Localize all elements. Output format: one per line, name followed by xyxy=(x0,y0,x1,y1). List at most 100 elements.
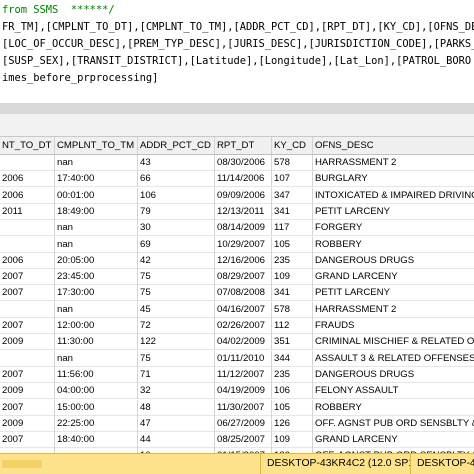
table-cell[interactable]: 07/08/2008 xyxy=(215,285,272,302)
table-cell[interactable]: 08/30/2006 xyxy=(215,155,272,171)
column-header[interactable]: KY_CD xyxy=(272,137,313,154)
table-cell[interactable]: 20:05:00 xyxy=(55,252,138,269)
table-row[interactable]: 2007 17:30:00 75 07/08/2008 341 PETIT LARCENY xyxy=(0,285,474,302)
table-cell[interactable]: 04/16/2007 xyxy=(215,301,272,318)
table-cell[interactable]: BURGLARY xyxy=(313,171,474,187)
table-row[interactable]: 2007 12:00:00 72 02/26/2007 112 FRAUDS xyxy=(0,318,474,334)
table-cell[interactable]: 2007 xyxy=(0,318,55,334)
table-cell[interactable]: 18:40:00 xyxy=(55,432,138,449)
table-cell[interactable] xyxy=(0,350,55,367)
table-cell[interactable]: 106 xyxy=(272,383,313,400)
splitter-bar[interactable] xyxy=(0,103,474,114)
table-cell[interactable]: 45 xyxy=(138,301,215,318)
table-cell[interactable]: 75 xyxy=(138,350,215,367)
table-cell[interactable]: 06/27/2009 xyxy=(215,415,272,432)
table-cell[interactable]: 48 xyxy=(138,399,215,416)
table-cell[interactable]: 341 xyxy=(272,285,313,302)
table-cell[interactable]: 341 xyxy=(272,203,313,220)
table-cell[interactable]: 2006 xyxy=(0,187,55,204)
table-cell[interactable]: PETIT LARCENY xyxy=(313,204,474,220)
table-cell[interactable]: 04/02/2009 xyxy=(215,334,272,351)
table-cell[interactable]: HARRASSMENT 2 xyxy=(313,302,474,318)
table-cell[interactable]: nan xyxy=(55,155,138,171)
table-row[interactable]: 2007 18:40:00 44 08/25/2007 109 GRAND LARCENY xyxy=(0,432,474,449)
table-cell[interactable]: FORGERY xyxy=(313,220,474,236)
column-header[interactable]: NT_TO_DT xyxy=(0,137,55,154)
horizontal-scrollbar[interactable] xyxy=(0,454,260,474)
table-cell[interactable]: 17:30:00 xyxy=(55,285,138,302)
table-cell[interactable]: 75 xyxy=(138,269,215,286)
column-header[interactable]: CMPLNT_TO_TM xyxy=(55,137,138,154)
table-cell[interactable]: GRAND LARCENY xyxy=(313,432,474,448)
table-row[interactable]: nan 43 08/30/2006 578 HARRASSMENT 2 xyxy=(0,155,474,171)
scrollbar-thumb[interactable] xyxy=(2,460,42,468)
table-cell[interactable]: 00:01:00 xyxy=(55,187,138,204)
table-cell[interactable]: 10/29/2007 xyxy=(215,236,272,253)
table-cell[interactable]: 22:25:00 xyxy=(55,415,138,432)
table-row[interactable]: nan 75 01/11/2010 344 ASSAULT 3 & RELATED OF… xyxy=(0,350,474,367)
table-cell[interactable]: 11:30:00 xyxy=(55,334,138,351)
table-cell[interactable]: FRAUDS xyxy=(313,318,474,334)
table-cell[interactable]: 18:49:00 xyxy=(55,203,138,220)
table-cell[interactable]: PETIT LARCENY xyxy=(313,285,474,301)
table-cell[interactable]: 12/13/2011 xyxy=(215,203,272,220)
table-cell[interactable]: 32 xyxy=(138,383,215,400)
table-cell[interactable]: 235 xyxy=(272,252,313,269)
table-cell[interactable]: 351 xyxy=(272,334,313,351)
table-cell[interactable]: nan xyxy=(55,301,138,318)
table-cell[interactable]: 109 xyxy=(272,432,313,449)
column-header[interactable]: ADDR_PCT_CD xyxy=(138,137,215,154)
table-cell[interactable] xyxy=(0,220,55,237)
table-cell[interactable]: DANGEROUS DRUGS xyxy=(313,367,474,383)
table-row[interactable]: 2009 04:00:00 32 04/19/2009 106 FELONY ASSAUL… xyxy=(0,383,474,400)
table-cell[interactable]: 2009 xyxy=(0,415,55,432)
table-cell[interactable]: DANGEROUS DRUGS xyxy=(313,253,474,269)
table-row[interactable]: nan 45 04/16/2007 578 HARRASSMENT 2 xyxy=(0,301,474,318)
table-row[interactable]: nan 30 08/14/2009 117 FORGERY xyxy=(0,220,474,237)
table-row[interactable]: 2006 20:05:00 42 12/16/2006 235 DANGEROUS DRU… xyxy=(0,252,474,269)
table-cell[interactable]: nan xyxy=(55,236,138,253)
table-cell[interactable]: 105 xyxy=(272,399,313,416)
table-cell[interactable]: 2007 xyxy=(0,285,55,302)
table-cell[interactable]: 2009 xyxy=(0,334,55,351)
table-cell[interactable]: 79 xyxy=(138,203,215,220)
table-cell[interactable]: FELONY ASSAULT xyxy=(313,383,474,399)
table-cell[interactable]: CRIMINAL MISCHIEF & RELATED OF xyxy=(313,334,474,350)
table-cell[interactable]: 47 xyxy=(138,415,215,432)
table-row[interactable]: 2006 00:01:00 106 09/09/2006 347 INTOXICATED … xyxy=(0,187,474,204)
table-cell[interactable]: 2011 xyxy=(0,203,55,220)
table-cell[interactable]: INTOXICATED & IMPAIRED DRIVING xyxy=(313,188,474,204)
table-cell[interactable]: 12:00:00 xyxy=(55,318,138,334)
table-cell[interactable]: 23:45:00 xyxy=(55,269,138,286)
table-cell[interactable]: 107 xyxy=(272,171,313,188)
table-cell[interactable]: 12/16/2006 xyxy=(215,252,272,269)
table-row[interactable]: 2007 11:56:00 71 11/12/2007 235 DANGEROUS DRU… xyxy=(0,366,474,383)
table-cell[interactable]: 235 xyxy=(272,366,313,383)
table-cell[interactable]: 112 xyxy=(272,318,313,334)
table-row[interactable]: 2009 11:30:00 122 04/02/2009 351 CRIMINAL MIS… xyxy=(0,334,474,351)
table-cell[interactable]: nan xyxy=(55,220,138,237)
table-cell[interactable]: 344 xyxy=(272,350,313,367)
table-cell[interactable]: GRAND LARCENY xyxy=(313,269,474,285)
table-cell[interactable]: ROBBERY xyxy=(313,237,474,253)
table-cell[interactable]: 11/14/2006 xyxy=(215,171,272,188)
table-row[interactable]: 2007 15:00:00 48 11/30/2007 105 ROBBERY xyxy=(0,399,474,416)
table-cell[interactable]: 30 xyxy=(138,220,215,237)
table-cell[interactable]: 11/30/2007 xyxy=(215,399,272,416)
table-cell[interactable]: 15:00:00 xyxy=(55,399,138,416)
table-row[interactable]: 2011 18:49:00 79 12/13/2011 341 PETIT LARCENY xyxy=(0,203,474,220)
table-cell[interactable]: 17:40:00 xyxy=(55,171,138,188)
table-row[interactable]: nan 69 10/29/2007 105 ROBBERY xyxy=(0,236,474,253)
table-cell[interactable]: 71 xyxy=(138,366,215,383)
table-cell[interactable]: 11:56:00 xyxy=(55,366,138,383)
table-cell[interactable]: 126 xyxy=(272,415,313,432)
table-cell[interactable]: 08/14/2009 xyxy=(215,220,272,237)
table-cell[interactable]: OFF. AGNST PUB ORD SENSBLTY & xyxy=(313,416,474,432)
column-header[interactable]: RPT_DT xyxy=(215,137,272,154)
table-cell[interactable]: 122 xyxy=(138,334,215,351)
table-row[interactable]: 2007 23:45:00 75 08/29/2007 109 GRAND LARCENY xyxy=(0,269,474,286)
table-cell[interactable]: ASSAULT 3 & RELATED OFFENSES xyxy=(313,351,474,367)
table-cell[interactable]: 2007 xyxy=(0,269,55,286)
table-cell[interactable]: 69 xyxy=(138,236,215,253)
table-cell[interactable] xyxy=(0,301,55,318)
